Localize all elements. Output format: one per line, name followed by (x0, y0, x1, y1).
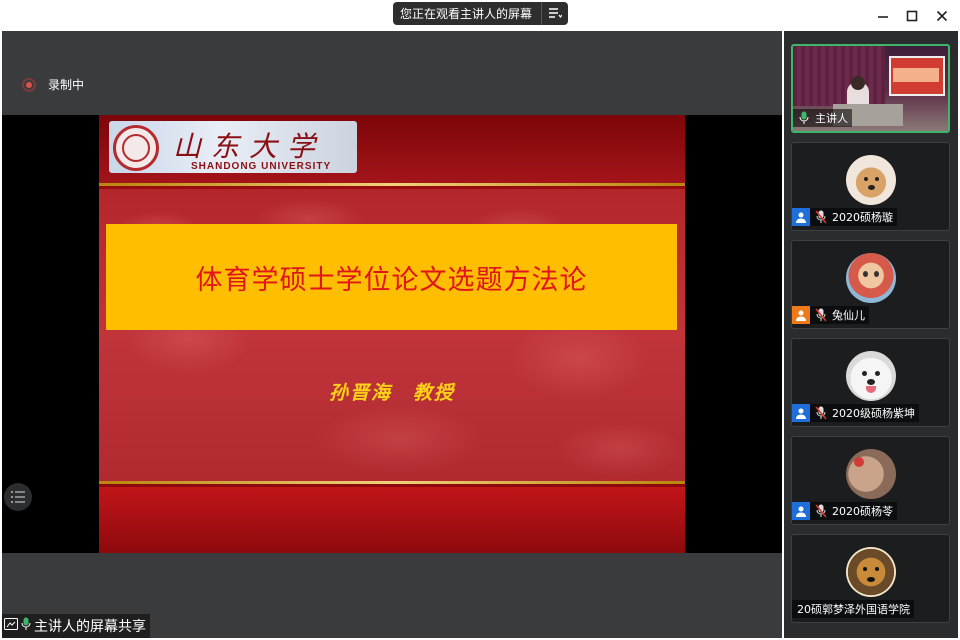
participant-name: 20硕郭梦泽外国语学院 (797, 603, 910, 616)
meeting-window: 您正在观看主讲人的屏幕 录制中 山东大学 SHANDONG UNIVERSITY… (0, 0, 960, 640)
mic-off-icon (813, 503, 829, 519)
participant-label: 兔仙儿 (792, 306, 869, 324)
main-stage: 录制中 山东大学 SHANDONG UNIVERSITY 体育学硕士学位论文选题… (2, 31, 782, 638)
mic-off-icon (813, 209, 829, 225)
user-icon (792, 306, 810, 324)
university-seal-icon (113, 125, 159, 171)
avatar (846, 547, 896, 597)
participant-tile[interactable]: 2020硕杨苓 (791, 436, 950, 525)
maximize-icon[interactable] (902, 6, 922, 26)
participant-label: 主讲人 (793, 109, 852, 127)
recording-indicator[interactable]: 录制中 (22, 76, 84, 93)
recording-label: 录制中 (48, 78, 85, 92)
user-icon (792, 208, 810, 226)
slide-author: 孙晋海 教授 (328, 382, 455, 404)
shared-screen: 山东大学 SHANDONG UNIVERSITY 体育学硕士学位论文选题方法论 … (2, 115, 782, 553)
avatar (846, 351, 896, 401)
screen-share-icon (4, 618, 18, 634)
mic-on-icon (21, 617, 31, 635)
close-icon[interactable] (932, 6, 952, 26)
participant-label: 2020硕杨璇 (792, 208, 897, 226)
participant-label: 2020硕杨苓 (792, 502, 897, 520)
mic-off-icon (813, 307, 829, 323)
user-icon (792, 502, 810, 520)
participant-tile-presenter[interactable]: 主讲人 (791, 44, 950, 133)
slide-footer (99, 487, 685, 553)
participant-name: 2020级硕杨紫坤 (832, 407, 915, 420)
university-english-name: SHANDONG UNIVERSITY (191, 161, 332, 172)
avatar (846, 155, 896, 205)
participant-name: 2020硕杨璇 (832, 211, 893, 224)
avatar (846, 253, 896, 303)
title-bar: 您正在观看主讲人的屏幕 (0, 0, 960, 31)
mic-on-icon (796, 110, 812, 126)
gold-divider-top (99, 183, 685, 186)
screen-share-text: 主讲人的屏幕共享 (34, 619, 146, 635)
participant-label: 20硕郭梦泽外国语学院 (792, 600, 914, 618)
participant-tile[interactable]: 2020级硕杨紫坤 (791, 338, 950, 427)
list-icon[interactable] (542, 2, 568, 25)
mic-off-icon (813, 405, 829, 421)
toggle-list-icon[interactable] (4, 483, 32, 511)
user-icon (792, 404, 810, 422)
university-calligraphy: 山东大学 (173, 130, 326, 163)
participant-name: 主讲人 (815, 112, 848, 125)
participant-name: 2020硕杨苓 (832, 505, 893, 518)
avatar (846, 449, 896, 499)
participant-name: 兔仙儿 (832, 309, 865, 322)
gold-divider-bottom (99, 481, 685, 484)
participant-panel: 主讲人 2020硕杨璇 兔仙儿 2020级硕杨紫坤 2020硕杨苓 20硕郭梦泽… (784, 31, 958, 638)
record-icon (22, 77, 36, 92)
slide-title-box: 体育学硕士学位论文选题方法论 (106, 224, 677, 330)
participant-tile[interactable]: 2020硕杨璇 (791, 142, 950, 231)
slide-header: 山东大学 SHANDONG UNIVERSITY (99, 115, 685, 183)
slide-title: 体育学硕士学位论文选题方法论 (195, 264, 588, 296)
participant-tile[interactable]: 20硕郭梦泽外国语学院 (791, 534, 950, 623)
share-status-pill[interactable]: 您正在观看主讲人的屏幕 (393, 2, 568, 25)
presentation-slide: 山东大学 SHANDONG UNIVERSITY 体育学硕士学位论文选题方法论 … (99, 115, 685, 553)
participant-label: 2020级硕杨紫坤 (792, 404, 919, 422)
screen-share-label: 主讲人的屏幕共享 (2, 614, 150, 638)
minimize-icon[interactable] (873, 6, 893, 26)
share-status-text: 您正在观看主讲人的屏幕 (400, 7, 533, 21)
participant-tile[interactable]: 兔仙儿 (791, 240, 950, 329)
